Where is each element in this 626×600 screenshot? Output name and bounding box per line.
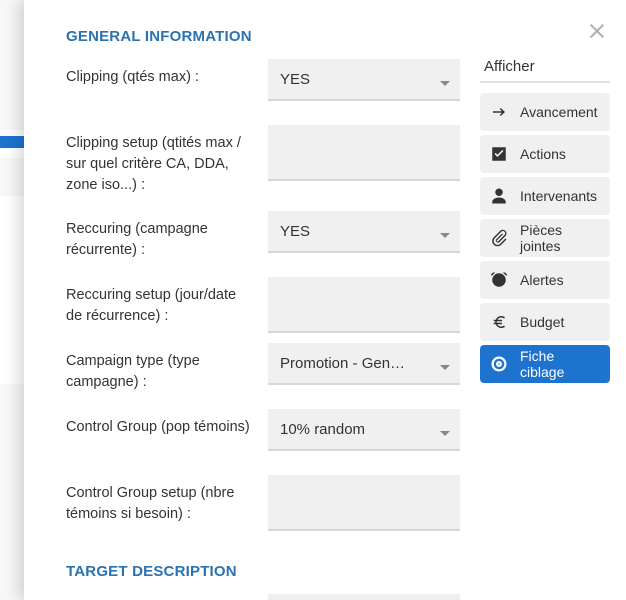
chevron-down-icon (440, 81, 450, 86)
euro-icon (490, 313, 508, 331)
sidebar-title: Afficher (480, 58, 610, 75)
select-value: YES (280, 71, 310, 88)
form-column: GENERAL INFORMATION Clipping (qtés max) … (24, 0, 480, 600)
arrow-right-icon (490, 103, 508, 121)
chevron-down-icon (440, 365, 450, 370)
checkbox-icon (490, 145, 508, 163)
recurring-select[interactable]: YES (268, 211, 460, 253)
sidebar-item-budget[interactable]: Budget (480, 303, 610, 341)
field-label: Campaign type (type campagne) : (66, 343, 254, 393)
select-value: 10% random (280, 421, 365, 438)
sidebar-item-pieces-jointes[interactable]: Pièces jointes (480, 219, 610, 257)
section-title-general: GENERAL INFORMATION (66, 28, 460, 45)
section-title-target: TARGET DESCRIPTION (66, 563, 460, 580)
field-clipping-setup: Clipping setup (qtités max / sur quel cr… (66, 125, 460, 205)
field-label: Control Group setup (nbre témoins si bes… (66, 475, 254, 525)
form-scroll[interactable]: GENERAL INFORMATION Clipping (qtés max) … (66, 22, 472, 600)
sidebar-item-alertes[interactable]: Alertes (480, 261, 610, 299)
sidebar-item-label: Actions (520, 146, 566, 162)
recurring-setup-input[interactable] (268, 277, 460, 333)
target-icon (490, 355, 508, 373)
chevron-down-icon (440, 233, 450, 238)
sidebar-item-intervenants[interactable]: Intervenants (480, 177, 610, 215)
sidebar-item-label: Avancement (520, 104, 598, 120)
user-icon (490, 187, 508, 205)
field-control-group: Control Group (pop témoins) 10% random (66, 409, 460, 469)
field-label: Control Group (pop témoins) (66, 409, 254, 438)
close-button[interactable] (588, 22, 606, 40)
sidebar-item-label: Fiche ciblage (520, 348, 600, 380)
field-label: Reccuring setup (jour/date de récurrence… (66, 277, 254, 327)
clipping-select[interactable]: YES (268, 59, 460, 101)
field-label: Clipping (qtés max) : (66, 59, 254, 88)
field-exclusion: Exclusion customer (exclusion clients ty… (66, 594, 460, 600)
field-recurring-setup: Reccuring setup (jour/date de récurrence… (66, 277, 460, 337)
paperclip-icon (490, 229, 508, 247)
control-group-select[interactable]: 10% random (268, 409, 460, 451)
field-recurring: Reccuring (campagne récurrente) : YES (66, 211, 460, 271)
field-campaign-type: Campaign type (type campagne) : Promotio… (66, 343, 460, 403)
select-value: Promotion - Gen… (280, 355, 405, 372)
field-control-group-setup: Control Group setup (nbre témoins si bes… (66, 475, 460, 535)
sidebar-item-label: Pièces jointes (520, 222, 600, 254)
control-group-setup-input[interactable] (268, 475, 460, 531)
clock-icon (490, 271, 508, 289)
sidebar-item-actions[interactable]: Actions (480, 135, 610, 173)
select-value: YES (280, 223, 310, 240)
sidebar-item-label: Budget (520, 314, 564, 330)
side-panel: GENERAL INFORMATION Clipping (qtés max) … (24, 0, 626, 600)
field-clipping: Clipping (qtés max) : YES (66, 59, 460, 119)
sidebar-item-label: Alertes (520, 272, 564, 288)
field-label: Clipping setup (qtités max / sur quel cr… (66, 125, 254, 196)
sidebar: Afficher Avancement Actions Intervenants… (480, 0, 626, 600)
sidebar-item-label: Intervenants (520, 188, 597, 204)
sidebar-divider (480, 81, 610, 83)
field-label: Exclusion customer (exclusion clients ty… (66, 594, 254, 600)
campaign-type-select[interactable]: Promotion - Gen… (268, 343, 460, 385)
chevron-down-icon (440, 431, 450, 436)
field-label: Reccuring (campagne récurrente) : (66, 211, 254, 261)
clipping-setup-input[interactable] (268, 125, 460, 181)
sidebar-item-fiche-ciblage[interactable]: Fiche ciblage (480, 345, 610, 383)
sidebar-item-avancement[interactable]: Avancement (480, 93, 610, 131)
exclusion-input[interactable] (268, 594, 460, 600)
